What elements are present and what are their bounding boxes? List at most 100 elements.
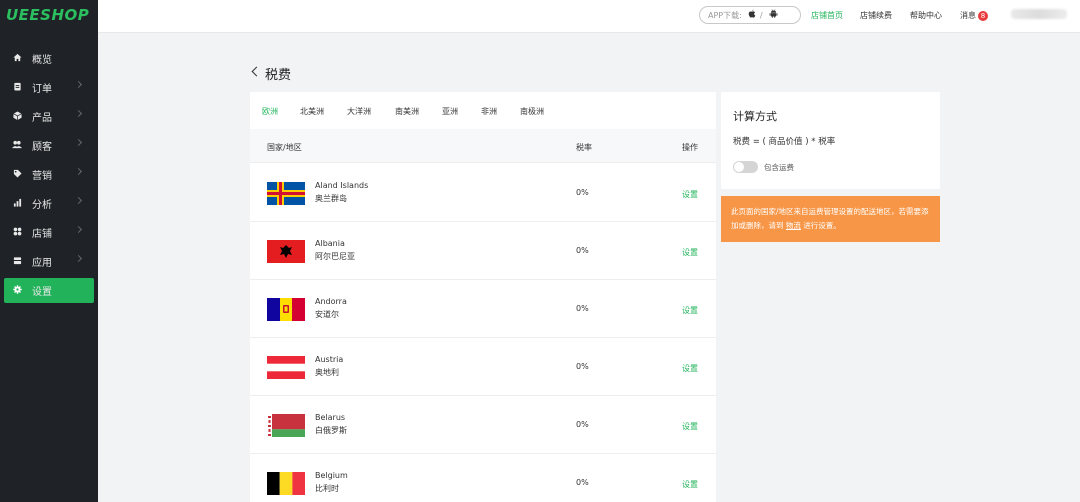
country-name: Aland Islands xyxy=(315,181,369,190)
aland-flag xyxy=(267,182,305,205)
sidebar-item-label: 店铺 xyxy=(32,229,52,240)
tab-antarctica[interactable]: 南极洲 xyxy=(520,106,544,117)
table-row: Austria 奥地利 0% 设置 xyxy=(250,338,716,396)
user-account[interactable] xyxy=(1011,9,1067,19)
country-name-zh: 白俄罗斯 xyxy=(315,426,347,435)
andorra-flag xyxy=(267,298,305,321)
calculation-title: 计算方式 xyxy=(733,110,777,123)
notice-text-end: 进行设置。 xyxy=(803,221,841,230)
sidebar-item-label: 设置 xyxy=(32,287,52,298)
tab-europe[interactable]: 欧洲 xyxy=(262,106,278,117)
top-bar: APP下载: / 店铺首页 店铺续费 帮助中心 消息 8 xyxy=(98,0,1080,33)
sidebar-item-marketing[interactable]: 营销 xyxy=(4,162,94,187)
table-header: 国家/地区 税率 操作 xyxy=(250,129,716,163)
sidebar-item-analytics[interactable]: 分析 xyxy=(4,191,94,216)
app-download-separator: / xyxy=(759,10,763,20)
column-rate: 税率 xyxy=(576,143,592,152)
tag-icon xyxy=(6,169,28,181)
tab-africa[interactable]: 非洲 xyxy=(481,106,497,117)
message-count-badge: 8 xyxy=(978,11,988,21)
set-tax-button[interactable]: 设置 xyxy=(682,247,698,258)
sidebar-item-label: 应用 xyxy=(32,258,52,269)
clipboard-icon xyxy=(6,82,28,94)
country-name: Belgium xyxy=(315,471,348,480)
tax-rate: 0% xyxy=(576,362,589,371)
sidebar-item-store[interactable]: 店铺 xyxy=(4,220,94,245)
android-icon[interactable] xyxy=(769,9,778,21)
continent-tabs: 欧洲 北美洲 大洋洲 南美洲 亚洲 非洲 南极洲 xyxy=(250,92,716,129)
albania-flag xyxy=(267,240,305,263)
set-tax-button[interactable]: 设置 xyxy=(682,421,698,432)
tax-rate: 0% xyxy=(576,420,589,429)
tax-rate: 0% xyxy=(576,188,589,197)
home-icon xyxy=(6,53,28,65)
sidebar-item-label: 营销 xyxy=(32,171,52,182)
tax-rate: 0% xyxy=(576,478,589,487)
country-name-zh: 奥兰群岛 xyxy=(315,194,347,203)
logistics-link[interactable]: 物流 xyxy=(786,221,801,230)
country-name: Albania xyxy=(315,239,345,248)
tax-table-card: 欧洲 北美洲 大洋洲 南美洲 亚洲 非洲 南极洲 国家/地区 税率 操作 Ala… xyxy=(250,92,716,502)
sidebar-item-label: 订单 xyxy=(32,84,52,95)
box-icon xyxy=(6,110,28,123)
messages-link[interactable]: 消息 8 xyxy=(960,10,988,21)
belgium-flag xyxy=(267,472,305,495)
grid-icon xyxy=(6,227,28,239)
set-tax-button[interactable]: 设置 xyxy=(682,189,698,200)
store-renewal-link[interactable]: 店铺续费 xyxy=(860,10,892,21)
tab-asia[interactable]: 亚洲 xyxy=(442,106,458,117)
table-row: Belarus 白俄罗斯 0% 设置 xyxy=(250,396,716,454)
set-tax-button[interactable]: 设置 xyxy=(682,363,698,374)
sidebar-item-products[interactable]: 产品 xyxy=(4,104,94,129)
chevron-right-icon xyxy=(74,196,83,205)
bar-chart-icon xyxy=(6,198,28,210)
store-home-link[interactable]: 店铺首页 xyxy=(811,10,843,21)
column-country: 国家/地区 xyxy=(267,143,302,152)
chevron-right-icon xyxy=(74,109,83,118)
chevron-right-icon xyxy=(74,138,83,147)
messages-label: 消息 xyxy=(960,11,976,20)
sidebar-item-settings[interactable]: 设置 xyxy=(4,278,94,303)
users-icon xyxy=(6,140,28,152)
sidebar: UEESHOP 概览 订单 产品 顾客 营销 分析 店铺 应用 设置 xyxy=(0,0,98,502)
ueeshop-logo[interactable]: UEESHOP xyxy=(6,6,89,24)
table-row: Albania 阿尔巴尼亚 0% 设置 xyxy=(250,222,716,280)
belarus-flag xyxy=(267,414,305,437)
gear-icon xyxy=(6,284,28,297)
page-title: 税费 xyxy=(265,68,292,83)
chevron-right-icon xyxy=(74,167,83,176)
app-download-label: APP下载: xyxy=(708,10,742,20)
country-name-zh: 安道尔 xyxy=(315,310,339,319)
sidebar-item-label: 产品 xyxy=(32,113,52,124)
sidebar-item-overview[interactable]: 概览 xyxy=(4,46,94,71)
help-center-link[interactable]: 帮助中心 xyxy=(910,10,942,21)
country-name-zh: 比利时 xyxy=(315,484,339,493)
toggle-knob xyxy=(734,162,744,172)
chevron-right-icon xyxy=(74,80,83,89)
calculation-formula: 税费 = ( 商品价值 ) * 税率 xyxy=(733,137,836,147)
apple-icon[interactable] xyxy=(748,9,756,21)
set-tax-button[interactable]: 设置 xyxy=(682,479,698,490)
chevron-right-icon xyxy=(74,225,83,234)
sidebar-item-label: 分析 xyxy=(32,200,52,211)
back-button[interactable] xyxy=(251,66,262,77)
country-name-zh: 阿尔巴尼亚 xyxy=(315,252,355,261)
tax-rate: 0% xyxy=(576,304,589,313)
column-action: 操作 xyxy=(682,143,698,152)
tab-south-america[interactable]: 南美洲 xyxy=(395,106,419,117)
shipping-region-notice: 此页面的国家/地区来自运费管理设置的配送地区，若需要添加或删除，请到 物流 进行… xyxy=(721,196,940,242)
tab-oceania[interactable]: 大洋洲 xyxy=(347,106,371,117)
sidebar-item-apps[interactable]: 应用 xyxy=(4,249,94,274)
sidebar-item-orders[interactable]: 订单 xyxy=(4,75,94,100)
table-row: Belgium 比利时 0% 设置 xyxy=(250,454,716,502)
set-tax-button[interactable]: 设置 xyxy=(682,305,698,316)
include-shipping-toggle[interactable] xyxy=(733,161,758,173)
country-name-zh: 奥地利 xyxy=(315,368,339,377)
country-name: Austria xyxy=(315,355,344,364)
tab-north-america[interactable]: 北美洲 xyxy=(300,106,324,117)
country-name: Andorra xyxy=(315,297,347,306)
app-download[interactable]: APP下载: / xyxy=(699,6,801,24)
table-row: Aland Islands 奥兰群岛 0% 设置 xyxy=(250,164,716,222)
layers-icon xyxy=(6,256,28,268)
sidebar-item-customers[interactable]: 顾客 xyxy=(4,133,94,158)
